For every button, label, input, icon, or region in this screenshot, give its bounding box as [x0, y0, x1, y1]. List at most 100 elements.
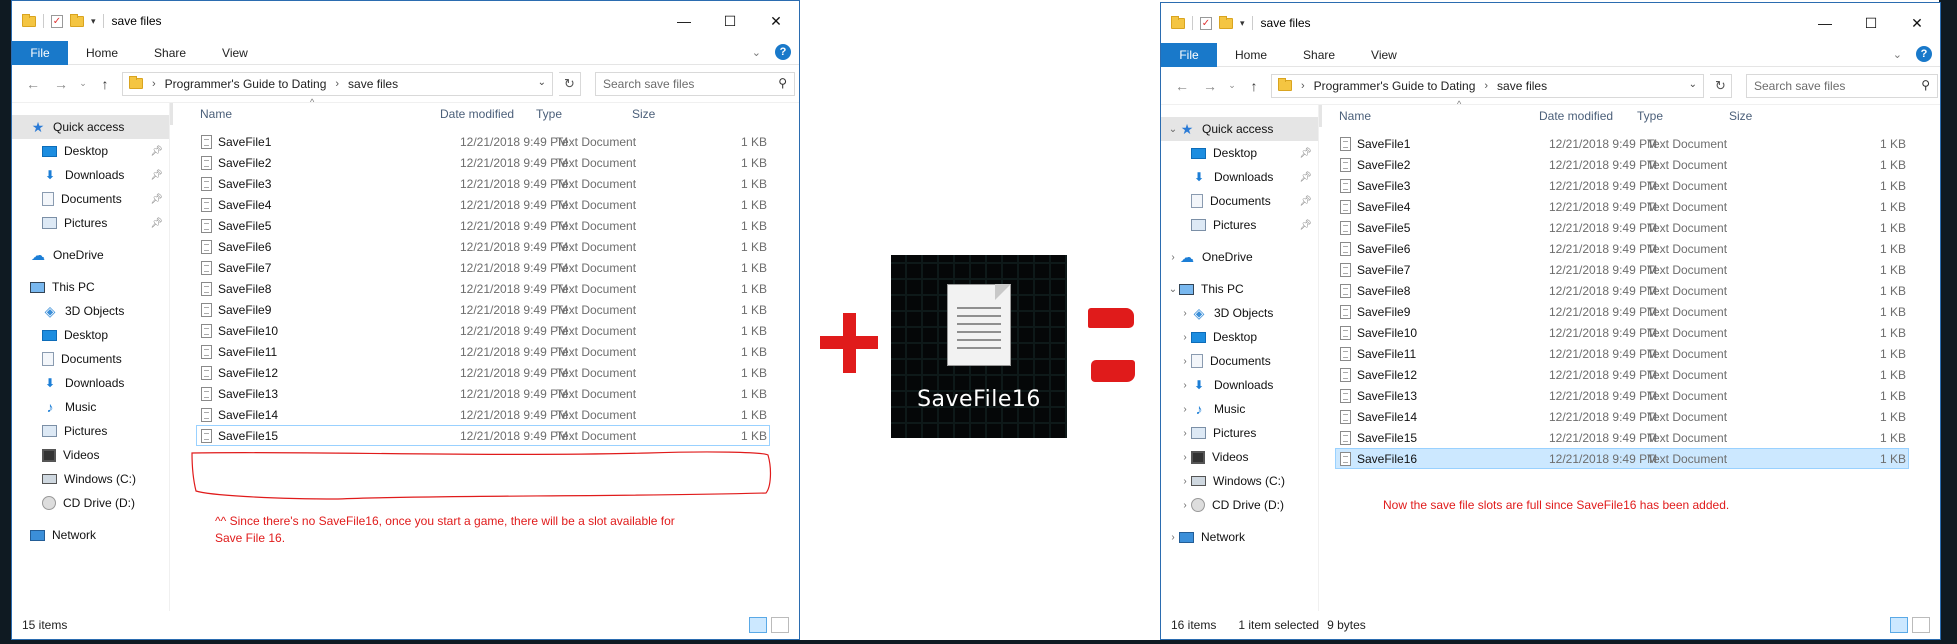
pin-icon[interactable]: 📌︎	[150, 146, 163, 157]
file-row[interactable]: SaveFile8 12/21/2018 9:49 PM Text Document…	[1335, 280, 1909, 301]
nav-onedrive[interactable]: ☁ OneDrive	[12, 243, 169, 267]
large-icons-view-icon[interactable]	[771, 617, 789, 633]
nav-desktop[interactable]: Desktop 📌︎	[12, 139, 169, 163]
breadcrumb-item[interactable]: Programmer's Guide to Dating	[165, 77, 327, 91]
pin-icon[interactable]: 📌︎	[150, 194, 163, 205]
nav-videos[interactable]: Videos	[12, 443, 169, 467]
tab-file[interactable]: File	[12, 40, 68, 65]
file-row[interactable]: SaveFile14 12/21/2018 9:49 PM Text Documen…	[196, 404, 770, 425]
file-row[interactable]: SaveFile2 12/21/2018 9:49 PM Text Document…	[1335, 154, 1909, 175]
properties-icon[interactable]: ✓	[1200, 16, 1212, 30]
minimize-icon[interactable]: —	[1802, 3, 1848, 43]
nav-this-pc[interactable]: ⌄ This PC	[1161, 277, 1318, 301]
nav-desktop[interactable]: Desktop 📌︎	[1161, 141, 1318, 165]
nav-music[interactable]: ♪ Music	[12, 395, 169, 419]
file-row[interactable]: SaveFile4 12/21/2018 9:49 PM Text Document…	[196, 194, 770, 215]
nav-pictures[interactable]: Pictures 📌︎	[12, 211, 169, 235]
column-divider[interactable]	[1321, 105, 1322, 127]
nav-pc-documents[interactable]: Documents	[12, 347, 169, 371]
new-folder-icon[interactable]	[70, 13, 84, 27]
customize-toolbar-icon[interactable]: ▾	[91, 16, 96, 27]
pin-icon[interactable]: 📌︎	[1299, 148, 1312, 159]
nav-pc-downloads[interactable]: › ⬇ Downloads	[1161, 373, 1318, 397]
column-date[interactable]: Date modified	[1539, 109, 1613, 123]
nav-pc-documents[interactable]: › Documents	[1161, 349, 1318, 373]
file-row[interactable]: SaveFile3 12/21/2018 9:49 PM Text Document…	[196, 173, 770, 194]
nav-documents[interactable]: Documents 📌︎	[12, 187, 169, 211]
file-row[interactable]: SaveFile9 12/21/2018 9:49 PM Text Document…	[1335, 301, 1909, 322]
file-row[interactable]: SaveFile7 12/21/2018 9:49 PM Text Document…	[1335, 259, 1909, 280]
file-row[interactable]: SaveFile13 12/21/2018 9:49 PM Text Documen…	[196, 383, 770, 404]
tab-home[interactable]: Home	[1217, 48, 1285, 62]
breadcrumb-item[interactable]: save files	[348, 77, 398, 91]
search-input[interactable]: Search save files ⚲	[1746, 73, 1938, 98]
chevron-right-icon[interactable]: ›	[1179, 356, 1191, 367]
file-row[interactable]: SaveFile5 12/21/2018 9:49 PM Text Document…	[1335, 217, 1909, 238]
nav-network[interactable]: Network	[12, 523, 169, 547]
breadcrumb-item[interactable]: save files	[1497, 79, 1547, 93]
nav-downloads[interactable]: ⬇ Downloads 📌︎	[1161, 165, 1318, 189]
refresh-icon[interactable]: ↻	[1710, 73, 1732, 98]
minimize-icon[interactable]: —	[661, 1, 707, 41]
chevron-right-icon[interactable]: ›	[1179, 308, 1191, 319]
customize-toolbar-icon[interactable]: ▾	[1240, 18, 1245, 29]
tab-share[interactable]: Share	[136, 46, 204, 60]
nav-pc-desktop[interactable]: › Desktop	[1161, 325, 1318, 349]
nav-pc-desktop[interactable]: Desktop	[12, 323, 169, 347]
file-row[interactable]: SaveFile8 12/21/2018 9:49 PM Text Document…	[196, 278, 770, 299]
search-input[interactable]: Search save files ⚲	[595, 71, 795, 96]
column-type[interactable]: Type	[536, 107, 562, 121]
file-row[interactable]: SaveFile11 12/21/2018 9:49 PM Text Documen…	[1335, 343, 1909, 364]
nav-onedrive[interactable]: › ☁ OneDrive	[1161, 245, 1318, 269]
file-row[interactable]: SaveFile6 12/21/2018 9:49 PM Text Document…	[196, 236, 770, 257]
nav-downloads[interactable]: ⬇ Downloads 📌︎	[12, 163, 169, 187]
pin-icon[interactable]: 📌︎	[1299, 220, 1312, 231]
pin-icon[interactable]: 📌︎	[1299, 172, 1312, 183]
details-view-icon[interactable]	[1890, 617, 1908, 633]
nav-quick-access[interactable]: ★ Quick access	[12, 115, 169, 139]
chevron-down-icon[interactable]: ⌄	[1167, 284, 1179, 295]
forward-icon[interactable]: →	[1199, 78, 1221, 94]
file-row[interactable]: SaveFile3 12/21/2018 9:49 PM Text Document…	[1335, 175, 1909, 196]
address-bar[interactable]: › Programmer's Guide to Dating › save fi…	[1271, 73, 1704, 98]
chevron-right-icon[interactable]: ›	[1179, 404, 1191, 415]
column-date[interactable]: Date modified	[440, 107, 514, 121]
chevron-right-icon[interactable]: ›	[1179, 380, 1191, 391]
nav-network[interactable]: › Network	[1161, 525, 1318, 549]
nav-windows-c[interactable]: Windows (C:)	[12, 467, 169, 491]
column-name[interactable]: Name	[200, 107, 232, 121]
expand-ribbon-icon[interactable]: ⌄	[1893, 48, 1902, 61]
chevron-right-icon[interactable]: ›	[1179, 452, 1191, 463]
chevron-down-icon[interactable]: ⌄	[1689, 79, 1697, 90]
nav-3d-objects[interactable]: › ◈ 3D Objects	[1161, 301, 1318, 325]
address-bar[interactable]: › Programmer's Guide to Dating › save fi…	[122, 71, 553, 96]
nav-cd-drive[interactable]: CD Drive (D:)	[12, 491, 169, 515]
forward-icon[interactable]: →	[50, 76, 72, 92]
file-row[interactable]: SaveFile11 12/21/2018 9:49 PM Text Documen…	[196, 341, 770, 362]
file-row[interactable]: SaveFile16 12/21/2018 9:49 PM Text Documen…	[1335, 448, 1909, 469]
pin-icon[interactable]: 📌︎	[150, 170, 163, 181]
nav-this-pc[interactable]: This PC	[12, 275, 169, 299]
up-icon[interactable]: ↑	[1243, 78, 1265, 94]
maximize-icon[interactable]: ☐	[1848, 3, 1894, 43]
properties-icon[interactable]: ✓	[51, 14, 63, 28]
back-icon[interactable]: ←	[22, 76, 44, 92]
chevron-right-icon[interactable]: ›	[1179, 428, 1191, 439]
file-row[interactable]: SaveFile15 12/21/2018 9:49 PM Text Documen…	[196, 425, 770, 446]
tab-share[interactable]: Share	[1285, 48, 1353, 62]
chevron-down-icon[interactable]: ⌄	[1167, 124, 1179, 135]
column-size[interactable]: Size	[1729, 109, 1752, 123]
pin-icon[interactable]: 📌︎	[150, 218, 163, 229]
nav-pc-pictures[interactable]: › Pictures	[1161, 421, 1318, 445]
chevron-down-icon[interactable]: ⌄	[538, 77, 546, 88]
nav-pc-downloads[interactable]: ⬇ Downloads	[12, 371, 169, 395]
file-row[interactable]: SaveFile4 12/21/2018 9:49 PM Text Document…	[1335, 196, 1909, 217]
file-row[interactable]: SaveFile1 12/21/2018 9:49 PM Text Document…	[1335, 133, 1909, 154]
nav-videos[interactable]: › Videos	[1161, 445, 1318, 469]
nav-pc-pictures[interactable]: Pictures	[12, 419, 169, 443]
tab-view[interactable]: View	[204, 46, 266, 60]
chevron-right-icon[interactable]: ›	[1179, 332, 1191, 343]
maximize-icon[interactable]: ☐	[707, 1, 753, 41]
file-row[interactable]: SaveFile13 12/21/2018 9:49 PM Text Documen…	[1335, 385, 1909, 406]
nav-cd-drive[interactable]: › CD Drive (D:)	[1161, 493, 1318, 517]
